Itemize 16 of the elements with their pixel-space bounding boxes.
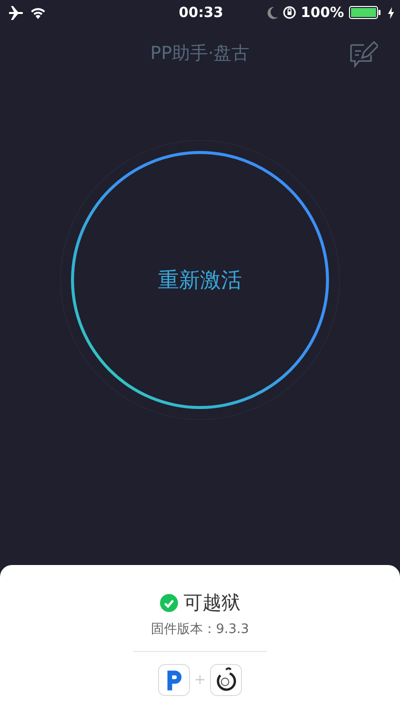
airplane-icon: [8, 6, 24, 20]
jailbreak-status: 可越狱: [184, 591, 240, 616]
wifi-icon: [30, 6, 46, 18]
feedback-button[interactable]: [348, 40, 378, 68]
battery-icon: [349, 6, 384, 19]
rotation-lock-icon: [282, 6, 296, 19]
clock-time: 00:33: [178, 4, 224, 20]
firmware-version: 固件版本：9.3.3: [150, 621, 250, 638]
app-title: PP助手·盘古: [150, 42, 250, 64]
plus-sign: +: [194, 672, 206, 688]
charging-icon: [388, 6, 394, 18]
pangu-app-icon: [210, 664, 242, 696]
moon-icon: [266, 6, 278, 18]
battery-percent: 100%: [300, 4, 344, 20]
reactivate-button[interactable]: 重新激活: [71, 151, 329, 409]
pp-app-icon: [158, 664, 190, 696]
